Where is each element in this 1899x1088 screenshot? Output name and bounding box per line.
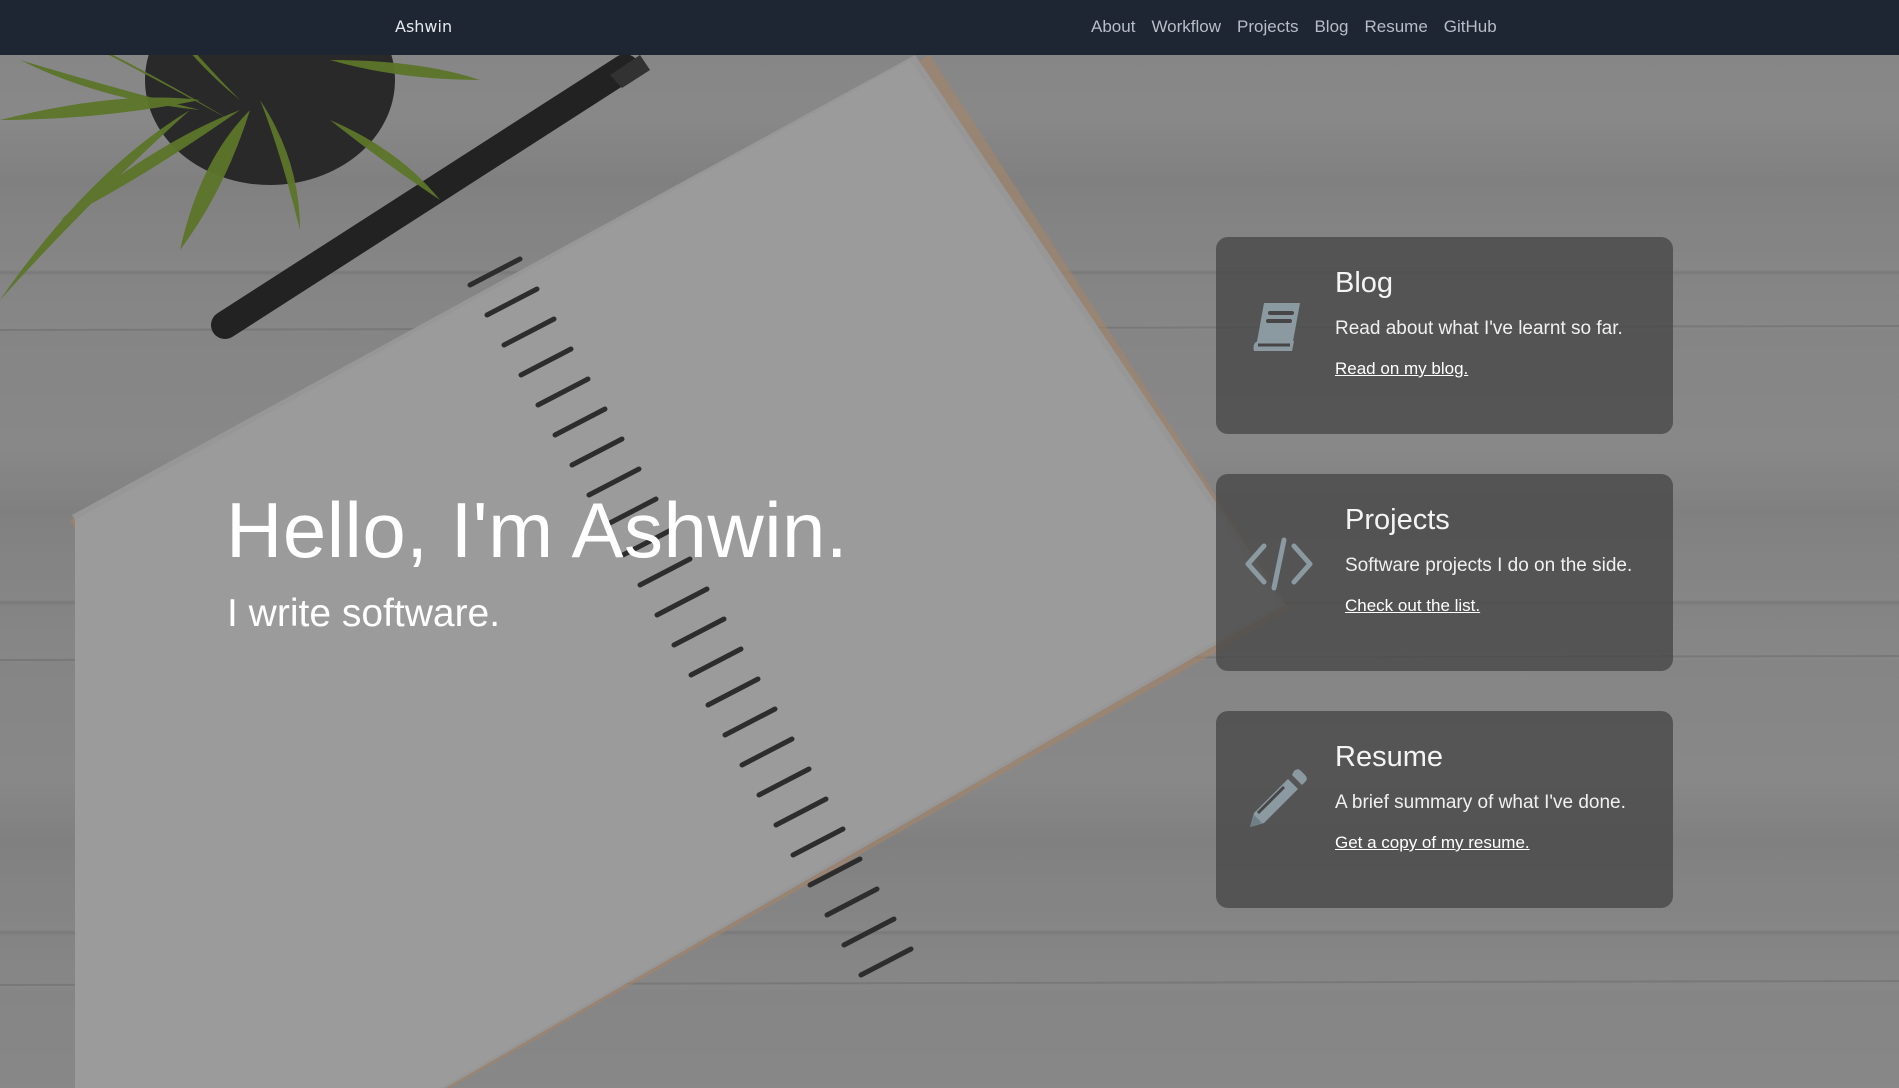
brand-link[interactable]: Ashwin xyxy=(395,17,452,36)
blog-card: Blog Read about what I've learnt so far.… xyxy=(1216,237,1673,434)
nav-link-resume[interactable]: Resume xyxy=(1364,17,1427,37)
hero-subtitle: I write software. xyxy=(227,592,501,635)
blog-card-title: Blog xyxy=(1335,267,1394,299)
resume-card-description: A brief summary of what I've done. xyxy=(1335,792,1626,813)
top-navbar: Ashwin About Workflow Projects Blog Resu… xyxy=(0,0,1899,55)
nav-link-workflow[interactable]: Workflow xyxy=(1151,17,1221,37)
projects-card-description: Software projects I do on the side. xyxy=(1345,555,1633,576)
code-icon xyxy=(1244,532,1313,596)
resume-card-title: Resume xyxy=(1335,741,1443,773)
nav-link-github[interactable]: GitHub xyxy=(1444,17,1497,37)
resume-link[interactable]: Get a copy of my resume. xyxy=(1335,833,1530,853)
blog-link[interactable]: Read on my blog. xyxy=(1335,359,1468,379)
blog-card-text: Blog Read about what I've learnt so far.… xyxy=(1335,267,1653,379)
projects-link[interactable]: Check out the list. xyxy=(1345,596,1480,616)
nav-link-blog[interactable]: Blog xyxy=(1314,17,1348,37)
book-icon xyxy=(1244,295,1308,359)
resume-card-text: Resume A brief summary of what I've done… xyxy=(1335,741,1653,853)
projects-card-title: Projects xyxy=(1345,504,1450,536)
nav-links: About Workflow Projects Blog Resume GitH… xyxy=(1091,17,1513,37)
pencil-icon xyxy=(1244,769,1308,833)
nav-link-projects[interactable]: Projects xyxy=(1237,17,1298,37)
nav-link-about[interactable]: About xyxy=(1091,17,1135,37)
resume-card: Resume A brief summary of what I've done… xyxy=(1216,711,1673,908)
projects-card: Projects Software projects I do on the s… xyxy=(1216,474,1673,671)
projects-card-text: Projects Software projects I do on the s… xyxy=(1345,504,1653,616)
hero-title: Hello, I'm Ashwin. xyxy=(226,486,849,574)
blog-card-description: Read about what I've learnt so far. xyxy=(1335,318,1623,339)
